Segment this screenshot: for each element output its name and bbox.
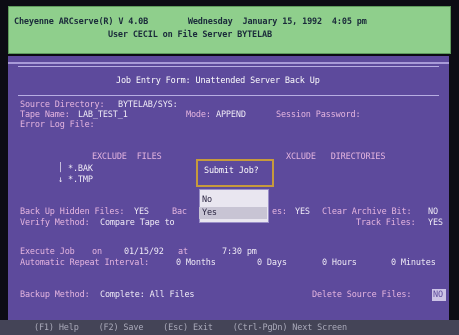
option-yes[interactable]: Yes xyxy=(202,208,217,218)
session-password-label: Session Password: xyxy=(276,110,361,120)
header-line-1: Cheyenne ARCserve(R) V 4.0B Wednesday Ja… xyxy=(14,17,367,27)
repeat-days-field[interactable]: 0 Days xyxy=(257,258,287,268)
delete-source-field[interactable]: NO xyxy=(433,290,443,300)
backup-method-label: Backup Method: xyxy=(20,290,90,300)
exclude-files-scroll-icon[interactable]: │ xyxy=(58,163,63,173)
form-title: Job Entry Form: Unattended Server Back U… xyxy=(116,76,320,86)
exclude-files-label: EXCLUDE FILES xyxy=(92,152,162,162)
execute-on-label: on xyxy=(92,247,102,257)
system-files-field[interactable]: YES xyxy=(295,207,310,217)
exclude-files-scroll-icon-arrow[interactable]: ↓ xyxy=(58,175,63,185)
repeat-months-field[interactable]: 0 Months xyxy=(176,258,216,268)
exclude-file-item[interactable]: *.BAK xyxy=(68,164,93,174)
mode-field[interactable]: APPEND xyxy=(216,110,246,120)
mode-label: Mode: xyxy=(186,110,211,120)
repeat-hours-field[interactable]: 0 Hours xyxy=(322,258,357,268)
repeat-minutes-field[interactable]: 0 Minutes xyxy=(391,258,436,268)
exclude-dirs-label: XCLUDE DIRECTORIES xyxy=(286,152,386,162)
clear-archive-label: Clear Archive Bit: xyxy=(322,207,412,217)
tape-field[interactable]: LAB_TEST_1 xyxy=(78,110,128,120)
repeat-interval-label: Automatic Repeat Interval: xyxy=(20,258,150,268)
execute-date-field[interactable]: 01/15/92 xyxy=(124,247,164,257)
source-field[interactable]: BYTELAB/SYS: xyxy=(118,100,178,110)
source-label: Source Directory: xyxy=(20,100,105,110)
verify-method-field[interactable]: Compare Tape to xyxy=(100,218,175,228)
error-log-label: Error Log File: xyxy=(20,120,95,130)
execute-time-field[interactable]: 7:30 pm xyxy=(222,247,257,257)
exclude-file-item[interactable]: *.TMP xyxy=(68,175,93,185)
track-files-label: Track Files: xyxy=(356,218,416,228)
session-password-field[interactable] xyxy=(376,110,436,120)
verify-method-label: Verify Method: xyxy=(20,218,90,228)
clear-archive-field[interactable]: NO xyxy=(428,207,438,217)
header-line-2: User CECIL on File Server BYTELAB xyxy=(108,30,272,40)
tape-label: Tape Name: xyxy=(20,110,70,120)
hidden-files-field[interactable]: YES xyxy=(134,207,149,217)
dialog-title: Submit Job? xyxy=(204,166,259,176)
option-no[interactable]: No xyxy=(202,195,212,205)
hidden-files-label: Back Up Hidden Files: xyxy=(20,207,125,217)
truncated-label: Bac xyxy=(172,207,187,217)
execute-job-label: Execute Job xyxy=(20,247,75,257)
error-log-field[interactable] xyxy=(106,120,186,130)
system-files-label: es: xyxy=(272,207,287,217)
delete-source-label: Delete Source Files: xyxy=(312,290,412,300)
track-files-field[interactable]: YES xyxy=(428,218,443,228)
function-keys-text: (F1) Help (F2) Save (Esc) Exit (Ctrl-PgD… xyxy=(34,323,347,333)
backup-method-field[interactable]: Complete: All Files xyxy=(100,290,195,300)
execute-at-label: at xyxy=(178,247,188,257)
top-divider xyxy=(8,62,449,64)
